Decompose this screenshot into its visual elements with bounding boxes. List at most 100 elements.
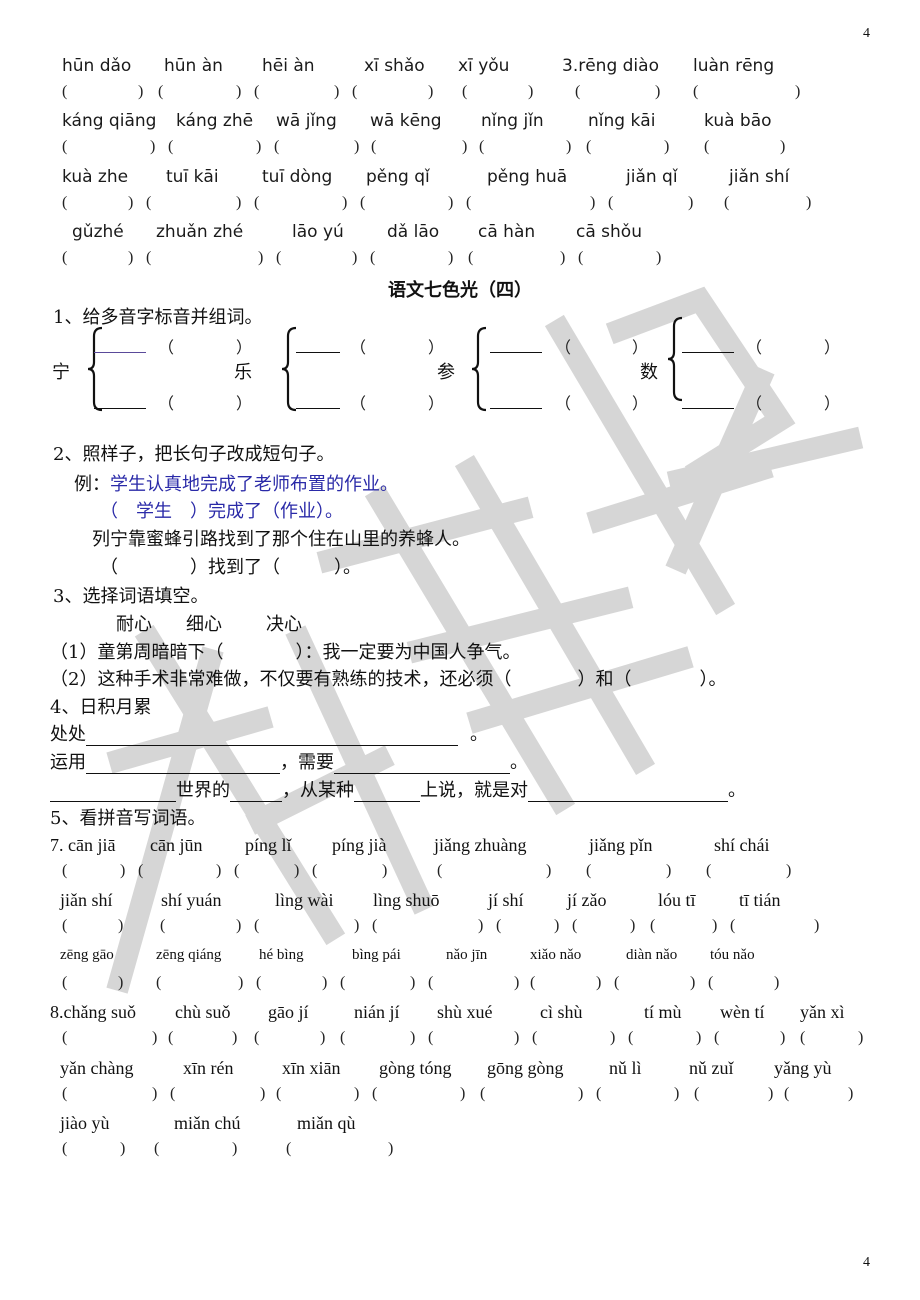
answer-blank[interactable]: () bbox=[254, 83, 344, 103]
answer-blank[interactable]: () bbox=[62, 83, 148, 103]
fill-blank[interactable] bbox=[230, 783, 282, 802]
answer-blank[interactable]: () bbox=[146, 249, 268, 269]
answer-blank[interactable]: () bbox=[628, 1029, 706, 1049]
answer-blank[interactable]: () bbox=[234, 862, 304, 882]
answer-blank[interactable]: () bbox=[479, 138, 576, 158]
answer-blank[interactable]: () bbox=[286, 1140, 398, 1160]
fill-blank[interactable] bbox=[50, 783, 176, 802]
answer-blank[interactable]: () bbox=[256, 974, 332, 994]
answer-blank[interactable]: () bbox=[694, 1085, 778, 1105]
underline-blank[interactable] bbox=[682, 408, 734, 409]
answer-blank[interactable]: () bbox=[62, 138, 160, 158]
answer-blank[interactable]: () bbox=[650, 917, 722, 937]
answer-blank[interactable]: () bbox=[168, 1029, 242, 1049]
pinyin-word-blank[interactable]: （） bbox=[682, 338, 840, 358]
answer-blank[interactable]: () bbox=[714, 1029, 790, 1049]
pinyin-word-blank[interactable]: （） bbox=[682, 394, 840, 414]
answer-blank[interactable]: () bbox=[462, 83, 538, 103]
q4-line-1[interactable]: 处处 。 bbox=[50, 720, 488, 746]
q4-line-2[interactable]: 运用 ，需要 。 bbox=[50, 748, 528, 774]
pinyin-word-blank[interactable]: （） bbox=[94, 338, 252, 358]
answer-blank[interactable]: () bbox=[274, 138, 364, 158]
answer-blank[interactable]: () bbox=[154, 1140, 242, 1160]
answer-blank[interactable]: () bbox=[62, 917, 128, 937]
answer-blank[interactable]: () bbox=[480, 1085, 588, 1105]
answer-blank[interactable]: () bbox=[158, 83, 246, 103]
answer-blank[interactable]: () bbox=[254, 917, 364, 937]
fill-blank[interactable] bbox=[334, 755, 510, 774]
underline-blank[interactable] bbox=[94, 352, 146, 353]
answer-blank[interactable]: () bbox=[466, 194, 600, 214]
pinyin-word-blank[interactable]: （） bbox=[94, 394, 252, 414]
underline-blank[interactable] bbox=[94, 408, 146, 409]
answer-blank[interactable]: () bbox=[254, 194, 352, 214]
answer-blank[interactable]: () bbox=[254, 1029, 330, 1049]
underline-blank[interactable] bbox=[490, 408, 542, 409]
pinyin-word-blank[interactable]: （） bbox=[490, 338, 648, 358]
answer-blank[interactable]: () bbox=[146, 194, 246, 214]
answer-blank[interactable]: () bbox=[532, 1029, 620, 1049]
answer-blank[interactable]: () bbox=[708, 974, 784, 994]
answer-blank[interactable]: () bbox=[276, 249, 362, 269]
answer-blank[interactable]: () bbox=[370, 249, 458, 269]
answer-blank[interactable]: () bbox=[428, 1029, 524, 1049]
answer-blank[interactable]: () bbox=[704, 138, 790, 158]
underline-blank[interactable] bbox=[296, 408, 340, 409]
answer-blank[interactable]: () bbox=[340, 974, 420, 994]
answer-blank[interactable]: () bbox=[168, 138, 266, 158]
fill-blank[interactable] bbox=[354, 783, 420, 802]
pinyin-word-blank[interactable]: （） bbox=[296, 394, 444, 414]
answer-blank[interactable]: () bbox=[530, 974, 606, 994]
answer-blank[interactable]: () bbox=[724, 194, 816, 214]
answer-blank[interactable]: () bbox=[62, 1029, 162, 1049]
answer-blank[interactable]: () bbox=[693, 83, 805, 103]
underline-blank[interactable] bbox=[682, 352, 734, 353]
answer-blank[interactable]: () bbox=[276, 1085, 364, 1105]
q3-item-1[interactable]: （1）童第周暗暗下（ ）：我一定要为中国人争气。 bbox=[50, 638, 520, 664]
answer-blank[interactable]: () bbox=[138, 862, 226, 882]
answer-blank[interactable]: () bbox=[62, 1085, 162, 1105]
answer-blank[interactable]: () bbox=[608, 194, 698, 214]
answer-blank[interactable]: () bbox=[360, 194, 458, 214]
answer-blank[interactable]: () bbox=[784, 1085, 858, 1105]
answer-blank[interactable]: () bbox=[578, 249, 666, 269]
answer-blank[interactable]: () bbox=[372, 917, 488, 937]
answer-blank[interactable]: () bbox=[62, 194, 138, 214]
answer-blank[interactable]: () bbox=[156, 974, 248, 994]
answer-blank[interactable]: () bbox=[371, 138, 472, 158]
answer-blank[interactable]: () bbox=[614, 974, 700, 994]
fill-blank[interactable] bbox=[86, 727, 458, 746]
q2-answer-field[interactable]: （ ）找到了（ ）。 bbox=[100, 553, 361, 579]
answer-blank[interactable]: () bbox=[62, 249, 138, 269]
answer-blank[interactable]: () bbox=[800, 1029, 868, 1049]
fill-blank[interactable] bbox=[86, 755, 280, 774]
answer-blank[interactable]: () bbox=[170, 1085, 270, 1105]
pinyin-word-blank[interactable]: （） bbox=[296, 338, 444, 358]
answer-blank[interactable]: () bbox=[730, 917, 824, 937]
answer-blank[interactable]: () bbox=[62, 862, 130, 882]
answer-blank[interactable]: () bbox=[496, 917, 564, 937]
pinyin-word-blank[interactable]: （） bbox=[490, 394, 648, 414]
answer-blank[interactable]: () bbox=[586, 862, 676, 882]
underline-blank[interactable] bbox=[490, 352, 542, 353]
answer-blank[interactable]: () bbox=[62, 1140, 130, 1160]
answer-blank[interactable]: () bbox=[575, 83, 665, 103]
answer-blank[interactable]: () bbox=[372, 1085, 470, 1105]
fill-blank[interactable] bbox=[528, 783, 728, 802]
answer-blank[interactable]: () bbox=[468, 249, 570, 269]
q3-item-2[interactable]: （2）这种手术非常难做，不仅要有熟练的技术，还必须（ ）和（ ）。 bbox=[50, 665, 726, 691]
answer-blank[interactable]: () bbox=[437, 862, 556, 882]
answer-blank[interactable]: () bbox=[572, 917, 640, 937]
answer-blank[interactable]: () bbox=[428, 974, 524, 994]
answer-blank[interactable]: () bbox=[352, 83, 438, 103]
answer-blank[interactable]: () bbox=[340, 1029, 420, 1049]
answer-blank[interactable]: () bbox=[596, 1085, 684, 1105]
underline-blank[interactable] bbox=[296, 352, 340, 353]
answer-blank[interactable]: () bbox=[160, 917, 246, 937]
answer-blank[interactable]: () bbox=[62, 974, 128, 994]
answer-blank[interactable]: () bbox=[706, 862, 796, 882]
answer-blank[interactable]: () bbox=[312, 862, 392, 882]
answer-blank[interactable]: () bbox=[586, 138, 674, 158]
open-paren: ( bbox=[578, 249, 584, 266]
q4-line-3[interactable]: 世界的 ，从某种 上说，就是对 。 bbox=[50, 776, 746, 802]
